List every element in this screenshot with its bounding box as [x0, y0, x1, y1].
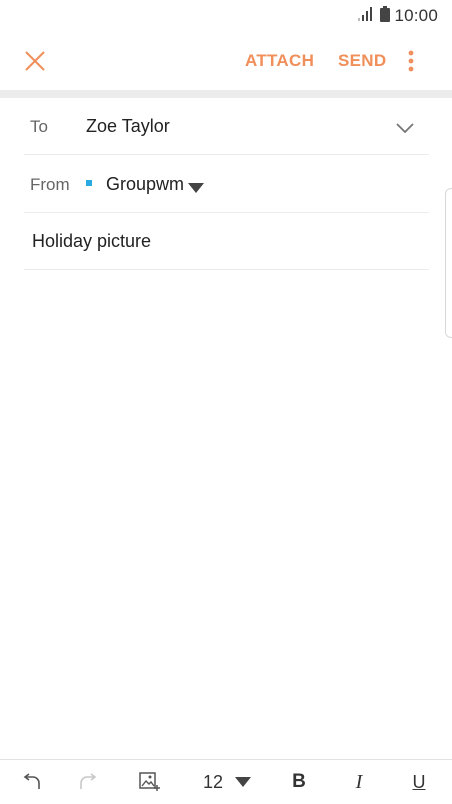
caret-down-icon — [188, 183, 204, 193]
close-button[interactable] — [18, 44, 52, 78]
format-toolbar: 12 B I U — [0, 759, 452, 803]
from-row: From Groupwm — [24, 156, 429, 213]
undo-icon — [23, 773, 40, 789]
redo-button[interactable] — [72, 760, 106, 804]
from-account-selector[interactable]: Groupwm — [106, 174, 184, 195]
to-field[interactable]: Zoe Taylor — [86, 116, 170, 137]
redo-icon — [80, 773, 97, 789]
to-row: To Zoe Taylor — [24, 98, 429, 155]
close-icon — [25, 51, 45, 71]
account-dropdown-button[interactable] — [188, 180, 204, 198]
more-vertical-icon — [408, 50, 414, 72]
insert-image-icon — [139, 772, 160, 791]
caret-down-icon — [235, 777, 252, 787]
font-size-value: 12 — [202, 771, 224, 792]
attach-button[interactable]: ATTACH — [245, 51, 314, 71]
header-divider — [0, 90, 452, 98]
to-label: To — [30, 117, 48, 136]
undo-button[interactable] — [14, 760, 48, 804]
subject-field[interactable]: Holiday picture — [32, 231, 151, 252]
underline-button[interactable]: U — [402, 760, 436, 804]
compose-toolbar: ATTACH SEND — [0, 32, 452, 90]
bold-button[interactable]: B — [282, 760, 316, 804]
signal-icon — [358, 6, 374, 26]
insert-image-button[interactable] — [133, 760, 167, 804]
subject-row: Holiday picture — [24, 213, 429, 270]
italic-button[interactable]: I — [342, 760, 376, 804]
status-bar: 10:00 — [0, 0, 452, 32]
chevron-down-icon — [396, 123, 414, 134]
battery-icon — [380, 5, 391, 27]
edge-panel-handle[interactable] — [445, 188, 452, 338]
expand-recipients-button[interactable] — [396, 120, 414, 138]
send-button[interactable]: SEND — [338, 51, 386, 71]
message-body[interactable] — [0, 271, 452, 759]
more-options-button[interactable] — [398, 46, 424, 76]
from-label: From — [30, 175, 70, 194]
account-color-indicator — [86, 180, 92, 186]
font-size-selector[interactable]: 12 — [192, 760, 262, 804]
clock: 10:00 — [394, 6, 438, 25]
